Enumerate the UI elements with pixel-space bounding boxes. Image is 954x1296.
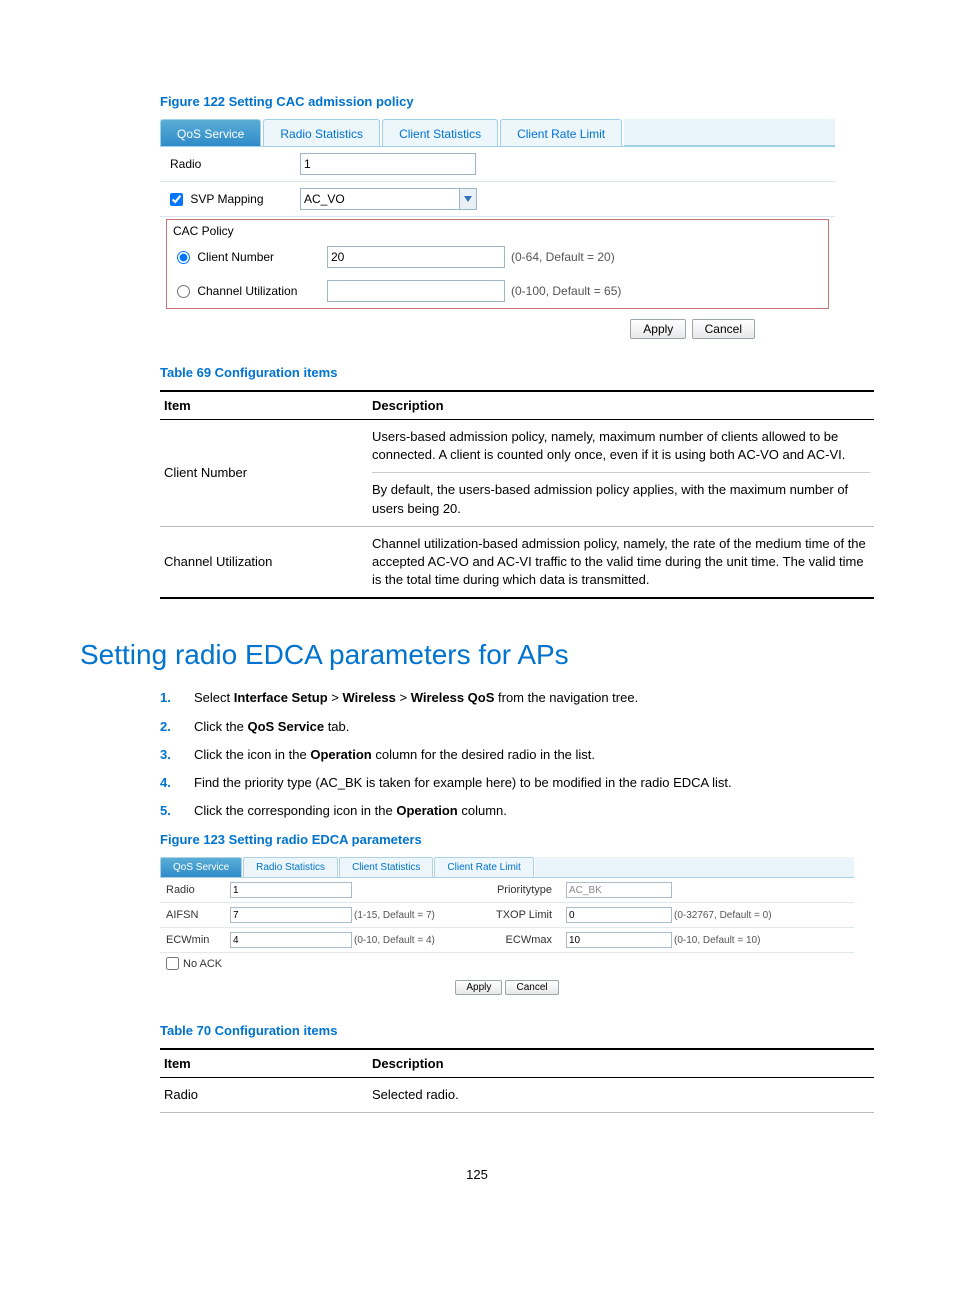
tab-radio-statistics[interactable]: Radio Statistics <box>263 119 380 146</box>
svp-label: SVP Mapping <box>190 192 263 206</box>
table-header-description: Description <box>368 391 874 420</box>
channel-util-hint: (0-100, Default = 65) <box>511 284 621 298</box>
no-ack-label: No ACK <box>183 958 222 970</box>
table-cell: Users-based admission policy, namely, ma… <box>368 420 874 527</box>
section-heading: Setting radio EDCA parameters for APs <box>80 639 874 671</box>
ecwmax-label: ECWmax <box>462 934 566 946</box>
figure-123-caption: Figure 123 Setting radio EDCA parameters <box>160 832 874 847</box>
tab-client-statistics[interactable]: Client Statistics <box>339 857 433 877</box>
table-cell: Client Number <box>160 420 368 527</box>
step-text: Find the priority type (AC_BK is taken f… <box>194 774 732 792</box>
table-69: Item Description Client Number Users-bas… <box>160 390 874 599</box>
txop-label: TXOP Limit <box>462 909 566 921</box>
aifsn-input[interactable] <box>230 907 352 923</box>
step-text: Click the QoS Service tab. <box>194 718 349 736</box>
table-header-description: Description <box>368 1049 874 1078</box>
apply-button[interactable]: Apply <box>630 319 686 339</box>
cancel-button[interactable]: Cancel <box>692 319 755 339</box>
tab-client-rate-limit[interactable]: Client Rate Limit <box>500 119 622 146</box>
tab-qos-service[interactable]: QoS Service <box>160 119 261 146</box>
table-cell: Radio <box>160 1078 368 1113</box>
aifsn-hint: (1-15, Default = 7) <box>354 910 462 921</box>
table-cell: Channel utilization-based admission poli… <box>368 526 874 598</box>
table-cell: Selected radio. <box>368 1078 874 1113</box>
txop-input[interactable] <box>566 907 672 923</box>
prioritytype-label: Prioritytype <box>462 884 566 896</box>
radio-input[interactable] <box>230 882 352 898</box>
radio-input[interactable] <box>300 153 476 175</box>
channel-util-radio[interactable] <box>177 285 190 298</box>
radio-label: Radio <box>170 157 300 171</box>
cac-panel: QoS Service Radio Statistics Client Stat… <box>160 119 835 339</box>
channel-util-label: Channel Utilization <box>197 284 297 298</box>
table-cell: Channel Utilization <box>160 526 368 598</box>
chevron-down-icon[interactable] <box>460 188 477 210</box>
table-header-item: Item <box>160 391 368 420</box>
tab-client-statistics[interactable]: Client Statistics <box>382 119 498 146</box>
step-text: Click the icon in the Operation column f… <box>194 746 595 764</box>
tab-client-rate-limit[interactable]: Client Rate Limit <box>434 857 533 877</box>
client-number-label: Client Number <box>197 250 274 264</box>
ecwmin-hint: (0-10, Default = 4) <box>354 935 462 946</box>
svp-select[interactable] <box>300 188 460 210</box>
cancel-button[interactable]: Cancel <box>505 980 558 995</box>
ecwmin-label: ECWmin <box>166 934 230 946</box>
client-number-hint: (0-64, Default = 20) <box>511 250 615 264</box>
cac-legend: CAC Policy <box>167 220 828 240</box>
page-number: 125 <box>80 1167 874 1182</box>
step-text: Click the corresponding icon in the Oper… <box>194 802 507 820</box>
no-ack-checkbox[interactable] <box>166 957 179 970</box>
step-text: Select Interface Setup > Wireless > Wire… <box>194 689 638 707</box>
table-70: Item Description Radio Selected radio. <box>160 1048 874 1113</box>
table-69-caption: Table 69 Configuration items <box>160 365 874 380</box>
figure-122-caption: Figure 122 Setting CAC admission policy <box>160 94 874 109</box>
ecwmax-hint: (0-10, Default = 10) <box>674 935 760 946</box>
channel-util-input[interactable] <box>327 280 505 302</box>
tab-qos-service[interactable]: QoS Service <box>160 857 242 877</box>
edca-panel: QoS Service Radio Statistics Client Stat… <box>160 857 854 1001</box>
ecwmin-input[interactable] <box>230 932 352 948</box>
svp-mapping-checkbox[interactable] <box>170 193 183 206</box>
prioritytype-input <box>566 882 672 898</box>
radio-label: Radio <box>166 884 230 896</box>
aifsn-label: AIFSN <box>166 909 230 921</box>
client-number-radio[interactable] <box>177 251 190 264</box>
table-70-caption: Table 70 Configuration items <box>160 1023 874 1038</box>
txop-hint: (0-32767, Default = 0) <box>674 910 772 921</box>
apply-button[interactable]: Apply <box>455 980 502 995</box>
ecwmax-input[interactable] <box>566 932 672 948</box>
steps-list: 1.Select Interface Setup > Wireless > Wi… <box>160 689 874 820</box>
tab-radio-statistics[interactable]: Radio Statistics <box>243 857 338 877</box>
table-header-item: Item <box>160 1049 368 1078</box>
client-number-input[interactable] <box>327 246 505 268</box>
